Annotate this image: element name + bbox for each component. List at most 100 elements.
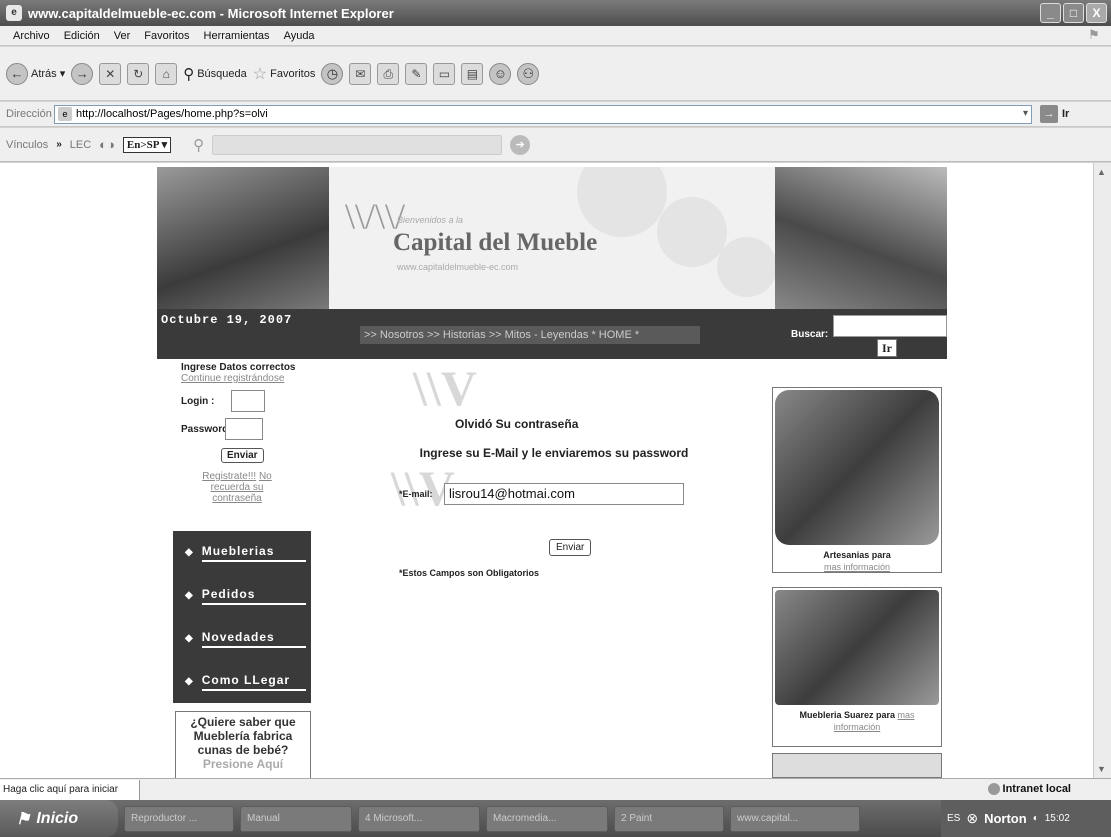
address-input[interactable]: e http://localhost/Pages/home.php?s=olvi… bbox=[54, 104, 1032, 124]
scroll-up-icon[interactable]: ▲ bbox=[1097, 167, 1106, 177]
go-arrow-icon[interactable]: → bbox=[1040, 105, 1058, 123]
users-button[interactable]: ⚇ bbox=[517, 62, 540, 85]
menu-item-novedades[interactable]: ◆ Novedades bbox=[173, 617, 311, 660]
print-button[interactable]: ⎙ bbox=[377, 62, 400, 85]
task-button[interactable]: www.capital... bbox=[730, 805, 860, 832]
taskbar: ⚑ Inicio Reproductor ... Manual 4 Micros… bbox=[0, 800, 1111, 837]
cribs-promo[interactable]: ¿Quiere saber que Mueblería fabrica cuna… bbox=[175, 711, 311, 778]
site-search-button[interactable]: Ir bbox=[877, 339, 897, 357]
bedroom-photo bbox=[775, 167, 947, 309]
menu-item-como-llegar[interactable]: ◆ Como LLegar bbox=[173, 660, 311, 703]
menu-bar: Archivo Edición Ver Favoritos Herramient… bbox=[0, 26, 1111, 46]
menu-edicion[interactable]: Edición bbox=[57, 30, 107, 42]
globe-icon bbox=[987, 783, 1000, 796]
discuss-button[interactable]: ▭ bbox=[433, 62, 456, 85]
history-button[interactable]: ◷ bbox=[321, 62, 344, 85]
address-bar: Dirección e http://localhost/Pages/home.… bbox=[0, 102, 1111, 127]
norton-icon[interactable]: ⊗ bbox=[966, 810, 978, 827]
back-button[interactable]: ← Atrás ▾ bbox=[6, 62, 65, 85]
menu-favoritos[interactable]: Favoritos bbox=[137, 30, 196, 42]
status-bar: Haga clic aquí para iniciar Intranet loc… bbox=[0, 778, 1111, 800]
scroll-down-icon[interactable]: ▼ bbox=[1097, 764, 1106, 774]
task-button[interactable]: 2 Paint bbox=[614, 805, 724, 832]
recover-title: Olvidó Su contraseña bbox=[455, 417, 579, 431]
task-button[interactable]: Manual bbox=[240, 805, 352, 832]
banner-website: www.capitaldelmueble-ec.com bbox=[397, 262, 519, 272]
ad-more-info-link[interactable]: mas información bbox=[775, 561, 939, 573]
go-button[interactable]: Ir bbox=[1062, 108, 1069, 120]
website: \\/\\/ Bienvenidos a la Capital del Mueb… bbox=[157, 167, 947, 778]
password-recovery-panel: \\V \\V Olvidó Su contraseña Ingrese su … bbox=[391, 359, 773, 778]
toolbar-search-go-icon[interactable]: ➔ bbox=[510, 134, 531, 155]
menu-archivo[interactable]: Archivo bbox=[6, 30, 57, 42]
window-controls: _ □ X bbox=[1040, 3, 1107, 23]
zone-label: Intranet local bbox=[1002, 783, 1071, 795]
minimize-button[interactable]: _ bbox=[1040, 3, 1061, 23]
address-label: Dirección bbox=[6, 108, 52, 120]
maximize-button[interactable]: □ bbox=[1063, 3, 1084, 23]
register-link[interactable]: Registrate!!! bbox=[202, 471, 256, 482]
task-button[interactable]: 4 Microsoft... bbox=[358, 805, 480, 832]
menu-herramientas[interactable]: Herramientas bbox=[197, 30, 277, 42]
task-button[interactable]: Reproductor ... bbox=[124, 805, 234, 832]
task-button[interactable]: Macromedia... bbox=[486, 805, 608, 832]
site-brand: Capital del Mueble bbox=[393, 229, 598, 256]
mail-button[interactable]: ✉ bbox=[349, 62, 372, 85]
banner-bubble bbox=[577, 167, 667, 237]
menu-item-pedidos[interactable]: ◆ Pedidos bbox=[173, 574, 311, 617]
chevron-more-icon[interactable]: » bbox=[56, 139, 62, 150]
vertical-scrollbar[interactable]: ▲ ▼ bbox=[1093, 163, 1111, 778]
ad-caption-text: Muebleria Suarez para bbox=[799, 710, 895, 720]
promo-text: ¿Quiere saber que Mueblería fabrica cuna… bbox=[190, 715, 296, 757]
messenger-button[interactable]: ☺ bbox=[489, 62, 512, 85]
password-input[interactable] bbox=[225, 418, 263, 440]
link-lec[interactable]: LEC bbox=[70, 139, 91, 151]
bullet-icon: ◆ bbox=[185, 676, 194, 687]
continue-registering-link[interactable]: Continue registrándose bbox=[173, 373, 313, 384]
task-label: 2 Paint bbox=[621, 813, 653, 824]
site-nav-band: Octubre 19, 2007 >> Nosotros >> Historia… bbox=[157, 309, 947, 359]
email-input[interactable]: lisrou14@hotmai.com bbox=[444, 483, 684, 505]
site-search-label: Buscar: bbox=[791, 329, 829, 340]
login-submit-button[interactable]: Enviar bbox=[221, 448, 264, 463]
ad-card[interactable]: Muebleria Suarez para mas información bbox=[772, 587, 942, 747]
recover-submit-button[interactable]: Enviar bbox=[549, 539, 592, 556]
translate-icon[interactable]: ◐◑ bbox=[99, 137, 115, 152]
left-column: Ingrese Datos correctos Continue registr… bbox=[173, 359, 313, 778]
browser-viewport: \\/\\/ Bienvenidos a la Capital del Mueb… bbox=[0, 163, 1093, 778]
windows-flag-icon: ⚑ bbox=[16, 810, 31, 828]
task-label: Reproductor ... bbox=[131, 813, 198, 824]
bullet-icon: ◆ bbox=[185, 633, 194, 644]
close-button[interactable]: X bbox=[1086, 3, 1107, 23]
refresh-button[interactable]: ↻ bbox=[127, 62, 150, 85]
window-title: www.capitaldelmueble-ec.com - Microsoft … bbox=[28, 5, 394, 21]
forward-button[interactable]: → bbox=[71, 62, 94, 85]
favorites-button[interactable]: ☆ Favoritos bbox=[253, 64, 316, 84]
favorites-label: Favoritos bbox=[270, 67, 316, 80]
site-search-input[interactable] bbox=[833, 315, 947, 337]
translate-dropdown[interactable]: En>SP ▾ bbox=[122, 136, 172, 153]
task-label: www.capital... bbox=[737, 813, 799, 824]
login-input[interactable] bbox=[231, 390, 265, 412]
ad-card[interactable]: Artesanias para mas información bbox=[772, 387, 942, 573]
menu-ver[interactable]: Ver bbox=[107, 30, 138, 42]
search-button[interactable]: ⚲ Búsqueda bbox=[183, 65, 247, 83]
ad-card[interactable] bbox=[772, 753, 942, 778]
menu-item-mueblerias[interactable]: ◆ Mueblerias bbox=[173, 531, 311, 574]
stop-button[interactable]: ✕ bbox=[99, 62, 122, 85]
home-button[interactable]: ⌂ bbox=[155, 62, 178, 85]
site-nav-links[interactable]: >> Nosotros >> Historias >> Mitos - Leye… bbox=[360, 326, 700, 344]
page-icon: e bbox=[58, 107, 72, 121]
chevron-down-icon[interactable]: ▾ bbox=[1023, 108, 1028, 119]
toolbar-search-field[interactable] bbox=[212, 134, 503, 155]
language-indicator[interactable]: ES bbox=[947, 813, 960, 824]
norton-label[interactable]: Norton bbox=[984, 811, 1027, 826]
dining-room-photo bbox=[157, 167, 329, 309]
system-tray: ES ⊗ Norton ◐ 15:02 bbox=[941, 800, 1111, 837]
start-button[interactable]: ⚑ Inicio bbox=[0, 800, 118, 837]
menu-ayuda[interactable]: Ayuda bbox=[277, 30, 322, 42]
edit-button[interactable]: ✎ bbox=[405, 62, 428, 85]
research-button[interactable]: ▤ bbox=[461, 62, 484, 85]
tray-icon[interactable]: ◐ bbox=[1033, 813, 1039, 824]
password-row: Password: bbox=[173, 418, 313, 440]
